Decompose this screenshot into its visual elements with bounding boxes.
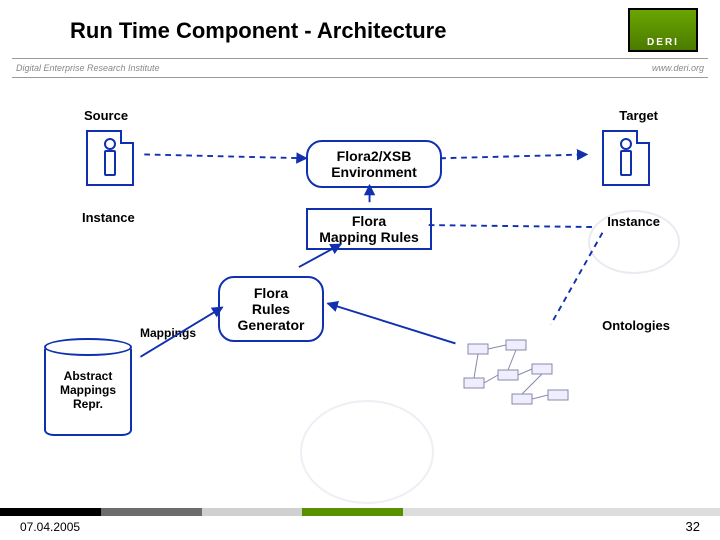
source-document-icon: [86, 130, 134, 186]
sub-header-bar: Digital Enterprise Research Institute ww…: [12, 58, 708, 78]
page-title: Run Time Component - Architecture: [70, 18, 446, 44]
flora-rules-generator-box: Flora Rules Generator: [218, 276, 324, 342]
footer-page-number: 32: [686, 519, 700, 534]
target-label: Target: [619, 108, 658, 123]
deri-logo: DERI: [628, 8, 698, 52]
target-document-icon: [602, 130, 650, 186]
diagram-canvas: Source Target Flora2/XSB Environment Ins…: [0, 80, 720, 500]
source-label: Source: [84, 108, 128, 123]
ontologies-label: Ontologies: [602, 318, 670, 333]
flora-mapping-rules-box: Flora Mapping Rules: [306, 208, 432, 250]
footer-color-bar: [0, 508, 720, 516]
institute-name: Digital Enterprise Research Institute: [16, 63, 160, 73]
instance-label-left: Instance: [82, 210, 135, 225]
footer-date: 07.04.2005: [20, 520, 80, 534]
mappings-label: Mappings: [140, 326, 196, 340]
institute-url: www.deri.org: [652, 63, 704, 73]
ontology-mini-graph-icon: [460, 338, 580, 418]
runtime-oval: [300, 400, 434, 504]
abstract-mappings-cylinder: Abstract Mappings Repr.: [44, 344, 132, 436]
flora-environment-box: Flora2/XSB Environment: [306, 140, 442, 188]
instances-oval: [588, 210, 680, 274]
